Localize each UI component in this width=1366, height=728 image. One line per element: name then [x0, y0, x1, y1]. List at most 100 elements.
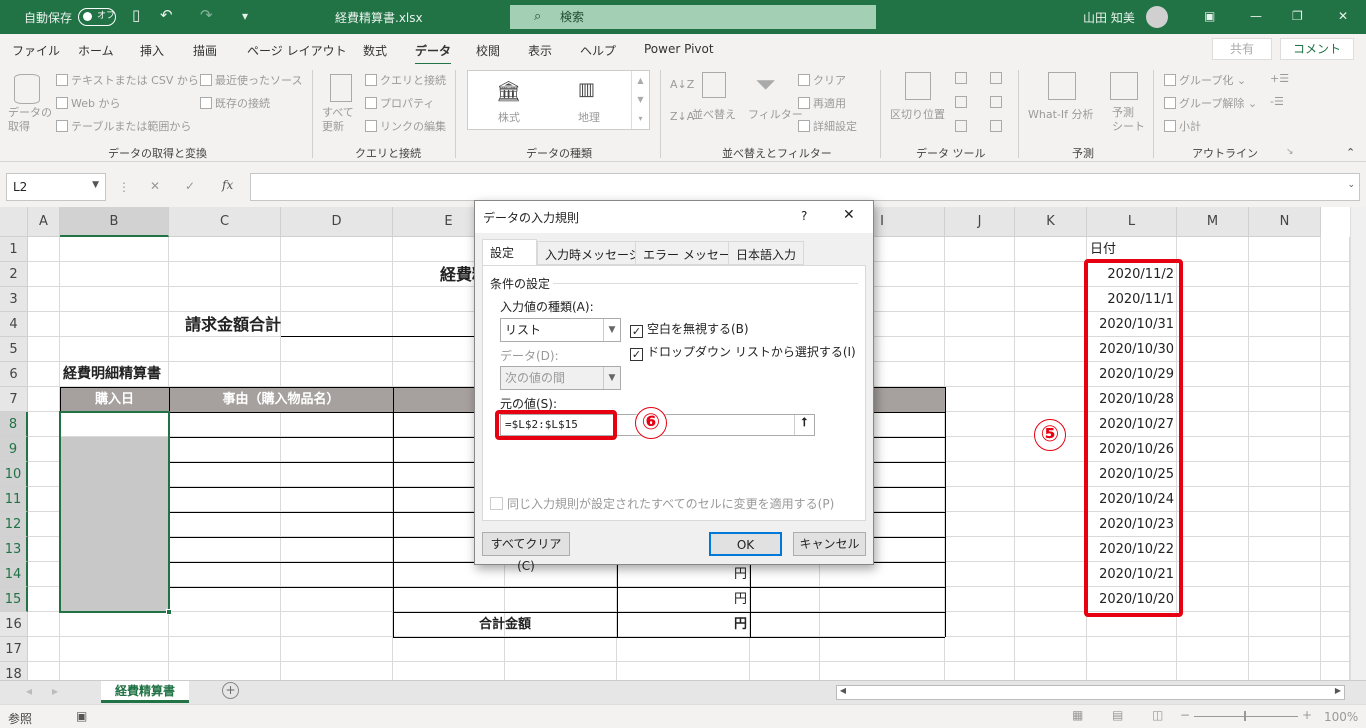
zoom-slider[interactable]: [1194, 716, 1298, 717]
row-header-12[interactable]: 12: [0, 512, 28, 537]
ok-button[interactable]: OK: [709, 532, 782, 556]
queries-connections-button[interactable]: クエリと接続: [365, 72, 446, 88]
search-box[interactable]: ⌕ 検索: [510, 5, 876, 29]
page-break-icon[interactable]: ◫: [1152, 708, 1163, 722]
row-header-14[interactable]: 14: [0, 562, 28, 587]
show-detail-icon[interactable]: +☰: [1270, 72, 1289, 85]
column-header-D[interactable]: D: [281, 207, 393, 237]
restore-icon[interactable]: ❐: [1292, 9, 1303, 23]
zoom-level[interactable]: 100%: [1324, 710, 1358, 724]
forecast-sheet-button[interactable]: 予測 シート: [1112, 106, 1145, 134]
sheet-tab-active[interactable]: 経費精算書: [101, 681, 189, 703]
yen-cell[interactable]: 円: [617, 587, 747, 612]
column-header-B[interactable]: B: [60, 207, 169, 237]
row-header-9[interactable]: 9: [0, 437, 28, 462]
what-if-button[interactable]: What-If 分析: [1028, 106, 1093, 122]
row-header-13[interactable]: 13: [0, 537, 28, 562]
select-all-corner[interactable]: [0, 207, 28, 237]
tab-file[interactable]: ファイル: [12, 42, 60, 59]
get-data-button[interactable]: データの 取得: [8, 106, 52, 134]
collapse-ribbon-icon[interactable]: ⌃: [1346, 146, 1355, 159]
yen-cell[interactable]: 円: [617, 562, 747, 587]
add-sheet-icon[interactable]: +: [222, 682, 239, 699]
total-label[interactable]: 請求金額合計: [169, 312, 281, 337]
scroll-right-icon[interactable]: ▶: [1332, 686, 1344, 699]
tab-view[interactable]: 表示: [528, 42, 552, 59]
close-icon[interactable]: ✕: [1338, 9, 1348, 23]
sort-za-icon[interactable]: Z↓A: [670, 110, 694, 123]
column-header-L[interactable]: L: [1087, 207, 1177, 237]
properties-button[interactable]: プロパティ: [365, 95, 434, 111]
dialog-launcher-icon[interactable]: ↘: [1286, 147, 1294, 157]
row-header-6[interactable]: 6: [0, 362, 28, 387]
ribbon-display-icon[interactable]: ▣: [1204, 9, 1215, 23]
data-model-icon[interactable]: [990, 120, 1002, 132]
filter-button[interactable]: フィルター: [748, 106, 803, 122]
column-header-K[interactable]: K: [1015, 207, 1087, 237]
header-date[interactable]: 購入日: [60, 387, 169, 412]
customize-qat-icon[interactable]: ▾: [242, 9, 248, 23]
advanced-filter-button[interactable]: 詳細設定: [798, 118, 857, 134]
sort-az-icon[interactable]: A↓Z: [670, 78, 694, 91]
normal-view-icon[interactable]: ▦: [1072, 708, 1083, 722]
remove-duplicates-icon[interactable]: [955, 96, 967, 108]
chevron-down-icon[interactable]: ▼: [92, 180, 99, 190]
next-sheet-icon[interactable]: ▸: [52, 684, 58, 698]
table-range-button[interactable]: テーブルまたは範囲から: [56, 118, 191, 134]
close-icon[interactable]: ✕: [843, 207, 855, 223]
prev-sheet-icon[interactable]: ◂: [26, 684, 32, 698]
zoom-in-icon[interactable]: +: [1302, 708, 1312, 722]
autosave-toggle[interactable]: オフ: [78, 8, 116, 26]
clear-filter-button[interactable]: クリア: [798, 72, 846, 88]
tab-insert[interactable]: 挿入: [140, 42, 164, 59]
tab-power-pivot[interactable]: Power Pivot: [644, 42, 714, 56]
gallery-scroll[interactable]: ▲ ▼ ▾: [631, 71, 649, 129]
clear-all-button[interactable]: すべてクリア(C): [482, 532, 570, 573]
refresh-all-button[interactable]: すべて 更新: [322, 106, 354, 134]
tab-review[interactable]: 校閲: [476, 42, 500, 59]
tab-draw[interactable]: 描画: [193, 42, 217, 59]
reapply-button[interactable]: 再適用: [798, 95, 846, 111]
file-name[interactable]: 経費精算書.xlsx: [335, 9, 423, 26]
collapse-dialog-icon[interactable]: ⭡: [794, 415, 814, 435]
tab-page-layout[interactable]: ページ レイアウト: [247, 42, 347, 59]
in-cell-dropdown-checkbox[interactable]: ✓ ドロップダウン リストから選択する(I): [630, 343, 856, 361]
row-header-16[interactable]: 16: [0, 612, 28, 637]
data-validation-icon[interactable]: [955, 120, 967, 132]
ungroup-button[interactable]: グループ解除 ⌄: [1164, 95, 1257, 111]
row-header-18[interactable]: 18: [0, 662, 28, 680]
column-header-C[interactable]: C: [169, 207, 281, 237]
column-header-J[interactable]: J: [945, 207, 1015, 237]
existing-connections-button[interactable]: 既存の接続: [200, 95, 270, 111]
cancel-entry-icon[interactable]: ✕: [150, 179, 160, 193]
minimize-icon[interactable]: —: [1250, 9, 1262, 23]
horizontal-scrollbar[interactable]: ◀ ▶: [836, 685, 1345, 700]
hide-detail-icon[interactable]: -☰: [1270, 95, 1284, 108]
row-header-7[interactable]: 7: [0, 387, 28, 412]
group-button[interactable]: グループ化 ⌄: [1164, 72, 1246, 88]
zoom-out-icon[interactable]: −: [1180, 708, 1190, 722]
row-header-17[interactable]: 17: [0, 637, 28, 662]
row-header-10[interactable]: 10: [0, 462, 28, 487]
recent-sources-button[interactable]: 最近使ったソース: [200, 72, 302, 88]
redo-icon[interactable]: ↷: [200, 6, 213, 24]
tab-formulas[interactable]: 数式: [363, 42, 387, 59]
header-reason[interactable]: 事由（購入物品名）: [169, 387, 393, 412]
allow-select[interactable]: リスト ▼: [500, 318, 621, 342]
help-button[interactable]: ?: [801, 209, 807, 223]
tab-help[interactable]: ヘルプ: [580, 42, 616, 59]
sum-label[interactable]: 合計金額: [393, 612, 617, 637]
edit-links-button[interactable]: リンクの編集: [365, 118, 446, 134]
flash-fill-icon[interactable]: [955, 72, 967, 84]
name-box[interactable]: L2 ▼: [6, 173, 106, 201]
fill-handle[interactable]: [166, 609, 172, 615]
row-header-4[interactable]: 4: [0, 312, 28, 337]
row-header-3[interactable]: 3: [0, 287, 28, 312]
row-header-15[interactable]: 15: [0, 587, 28, 612]
section-title[interactable]: 経費明細精算書: [63, 362, 161, 387]
row-header-2[interactable]: 2: [0, 262, 28, 287]
save-icon[interactable]: ▯: [132, 6, 140, 24]
tab-input-message[interactable]: 入力時メッセージ: [537, 241, 649, 265]
apply-all-checkbox[interactable]: 同じ入力規則が設定されたすべてのセルに変更を適用する(P): [490, 495, 834, 512]
ignore-blank-checkbox[interactable]: ✓ 空白を無視する(B): [630, 320, 749, 338]
